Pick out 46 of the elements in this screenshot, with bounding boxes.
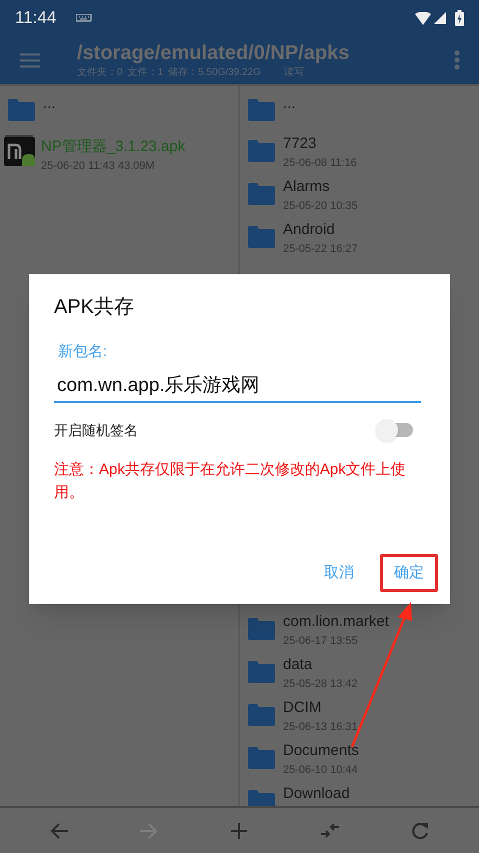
file-name: DCIM xyxy=(283,698,322,718)
battery-icon xyxy=(455,10,464,26)
warning-text: 注意：Apk共存仅限于在允许二次修改的Apk文件上使用。 xyxy=(54,460,406,503)
folder-icon xyxy=(248,226,275,248)
folder-icon xyxy=(248,747,275,769)
signal-icon xyxy=(434,12,446,24)
refresh-icon[interactable] xyxy=(410,822,429,840)
file-name: Alarms xyxy=(283,177,331,197)
package-name-field[interactable]: com.wn.app.乐乐游戏网 xyxy=(54,369,421,403)
folder-icon xyxy=(248,183,275,205)
folder-icon xyxy=(248,99,275,121)
file-name: Documents xyxy=(283,741,359,761)
swap-icon[interactable] xyxy=(320,822,339,840)
switch-label: 开启随机签名 xyxy=(54,420,138,440)
folder-icon xyxy=(248,661,275,683)
file-name: data xyxy=(283,655,314,675)
storage-info: 文件：1 xyxy=(128,66,164,80)
dialog-button[interactable]: 确定 xyxy=(380,554,438,592)
apk-file-icon xyxy=(4,135,35,166)
parent-folder-label: ... xyxy=(43,94,56,114)
more-icon xyxy=(454,50,460,70)
toggle-switch[interactable] xyxy=(376,419,414,441)
folder-icon xyxy=(248,140,275,162)
status-time: 11:44 xyxy=(15,7,56,30)
storage-info: 文件夹：0 xyxy=(77,66,123,80)
plus-icon[interactable] xyxy=(230,822,248,840)
folder-icon xyxy=(248,704,275,726)
file-name: Android xyxy=(283,220,336,240)
wifi-icon xyxy=(415,12,431,24)
file-name: Download xyxy=(283,784,350,804)
back-arrow-icon[interactable] xyxy=(50,822,68,840)
menu-icon xyxy=(20,52,40,68)
storage-info: 读写 xyxy=(284,66,304,80)
parent-folder-label: ... xyxy=(283,94,296,114)
folder-icon xyxy=(8,99,35,121)
file-name: NP管理器_3.1.23.apk xyxy=(41,137,186,157)
folder-path: /storage/emulated/0/NP/apks xyxy=(77,40,350,64)
storage-info: 储存：5.50G/39.22G xyxy=(168,66,261,80)
file-name: com.lion.market xyxy=(283,612,389,632)
dialog-button[interactable]: 取消 xyxy=(316,554,362,592)
dialog-title: APK共存 xyxy=(54,295,136,320)
file-name: 7723 xyxy=(283,134,318,154)
folder-icon xyxy=(248,618,275,640)
field-label: 新包名: xyxy=(58,342,108,362)
folder-icon xyxy=(248,790,275,806)
keyboard-icon xyxy=(76,14,92,22)
